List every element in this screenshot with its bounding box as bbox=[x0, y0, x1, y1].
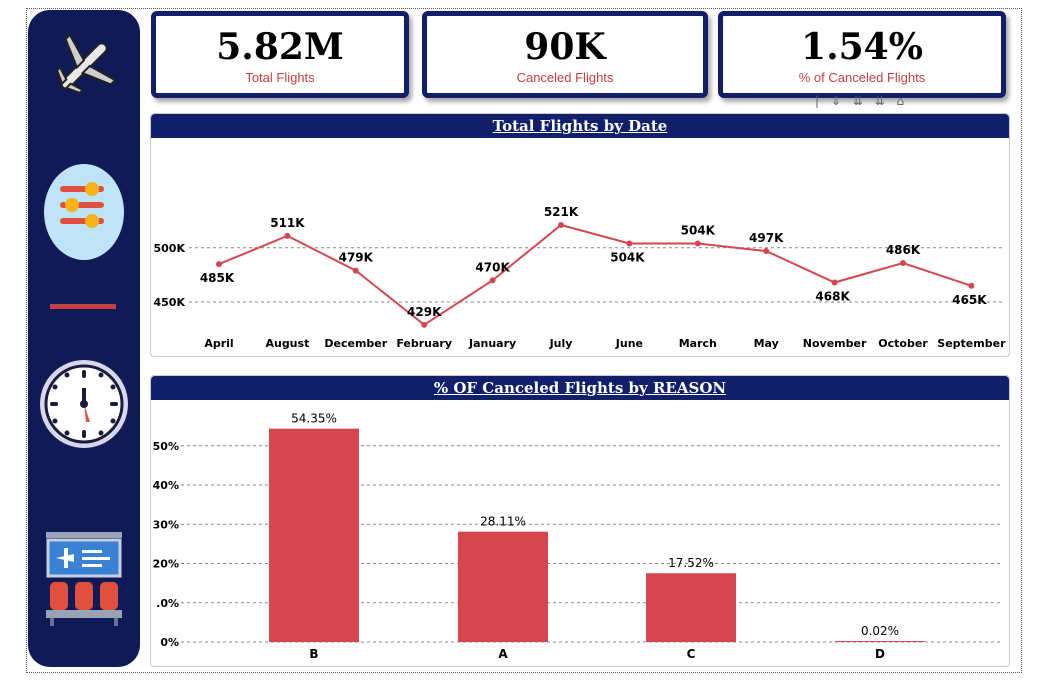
kpi-value: 90K bbox=[524, 26, 606, 68]
data-label: 511K bbox=[270, 216, 305, 230]
data-point bbox=[216, 261, 222, 268]
data-point bbox=[694, 240, 701, 247]
kpi-value: 1.54% bbox=[801, 26, 923, 68]
kpi-label: Canceled Flights bbox=[516, 70, 614, 85]
x-tick-label: July bbox=[549, 337, 573, 350]
data-point bbox=[968, 282, 975, 289]
x-tick-label: June bbox=[615, 337, 643, 350]
data-point bbox=[900, 259, 906, 266]
kpi-label: Total Flights bbox=[245, 70, 315, 85]
y-tick-label: .0% bbox=[156, 597, 179, 610]
x-tick-label: December bbox=[324, 337, 387, 350]
bar bbox=[646, 573, 736, 642]
x-tick-label: C bbox=[687, 647, 696, 661]
bar-chart: 0% .0% 20% 30% 40% 50% 54.35% B 28.11% A 17.52% C 0.… bbox=[153, 412, 1003, 661]
data-label: 479K bbox=[339, 251, 374, 265]
data-point bbox=[421, 321, 428, 328]
x-tick-label: November bbox=[803, 337, 867, 350]
kpi-label: % of Canceled Flights bbox=[798, 70, 926, 85]
y-tick-label: 50% bbox=[153, 440, 179, 453]
kpi-card-canceled-flights[interactable]: 90K Canceled Flights bbox=[422, 11, 708, 98]
y-tick-label: 20% bbox=[153, 558, 179, 571]
series-line bbox=[218, 223, 972, 327]
data-label: 465K bbox=[952, 293, 987, 307]
departure-board-icon[interactable] bbox=[44, 530, 124, 630]
data-label: 521K bbox=[544, 205, 579, 219]
data-point bbox=[763, 248, 770, 255]
data-label: 468K bbox=[815, 290, 850, 304]
data-label: 485K bbox=[200, 271, 235, 285]
data-label: 486K bbox=[886, 243, 921, 257]
kpi-card-total-flights[interactable]: 5.82M Total Flights bbox=[151, 11, 409, 98]
filter-sliders-icon[interactable] bbox=[42, 162, 126, 262]
x-tick-label: January bbox=[468, 337, 516, 350]
sidebar-divider bbox=[50, 304, 116, 309]
data-label: 504K bbox=[681, 223, 716, 237]
x-tick-label: March bbox=[679, 337, 717, 350]
x-tick-label: D bbox=[875, 647, 885, 661]
data-label: 28.11% bbox=[480, 515, 526, 529]
sidebar bbox=[28, 10, 140, 667]
bar bbox=[269, 428, 359, 642]
data-label: 497K bbox=[749, 231, 784, 245]
y-tick-label: 450K bbox=[154, 296, 186, 309]
data-point bbox=[626, 240, 633, 247]
kpi-card-percent-canceled[interactable]: 1.54% % of Canceled Flights bbox=[718, 11, 1006, 98]
bar-chart-panel: % OF Canceled Flights by REASON 0% .0% 20%… bbox=[150, 375, 1010, 667]
visual-toolbar[interactable]: | ⇓ ⇊ ⇊ ⌂ bbox=[815, 94, 908, 108]
data-label: 17.52% bbox=[668, 556, 714, 570]
x-tick-label: February bbox=[396, 337, 452, 350]
data-point bbox=[352, 267, 359, 274]
line-chart: 500K 450K 485K April 511K August 479K December 4… bbox=[154, 205, 1007, 350]
data-label: 429K bbox=[407, 305, 442, 319]
x-tick-label: September bbox=[937, 337, 1006, 350]
data-label: 470K bbox=[475, 260, 510, 274]
x-tick-label: April bbox=[204, 337, 233, 350]
data-label: 504K bbox=[610, 250, 645, 264]
kpi-value: 5.82M bbox=[216, 26, 344, 68]
data-point bbox=[558, 222, 564, 229]
y-tick-label: 30% bbox=[153, 518, 179, 531]
data-point bbox=[831, 279, 838, 286]
airplane-icon[interactable] bbox=[46, 28, 122, 104]
x-tick-label: B bbox=[309, 647, 318, 661]
x-tick-label: August bbox=[265, 337, 309, 350]
data-point bbox=[284, 232, 291, 239]
bar bbox=[458, 531, 548, 642]
x-tick-label: May bbox=[754, 337, 779, 350]
x-tick-label: A bbox=[498, 647, 508, 661]
data-label: 54.35% bbox=[291, 412, 337, 426]
data-label: 0.02% bbox=[861, 624, 899, 638]
bar bbox=[835, 641, 925, 642]
clock-icon[interactable] bbox=[38, 358, 130, 450]
line-chart-title: Total Flights by Date bbox=[151, 114, 1009, 138]
y-tick-label: 0% bbox=[160, 636, 179, 649]
bar-chart-title: % OF Canceled Flights by REASON bbox=[151, 376, 1009, 400]
y-tick-label: 40% bbox=[153, 479, 179, 492]
x-tick-label: October bbox=[878, 337, 928, 350]
data-point bbox=[489, 277, 496, 284]
line-chart-panel: Total Flights by Date 500K 450K 485K April 5… bbox=[150, 113, 1010, 357]
y-tick-label: 500K bbox=[154, 242, 186, 255]
